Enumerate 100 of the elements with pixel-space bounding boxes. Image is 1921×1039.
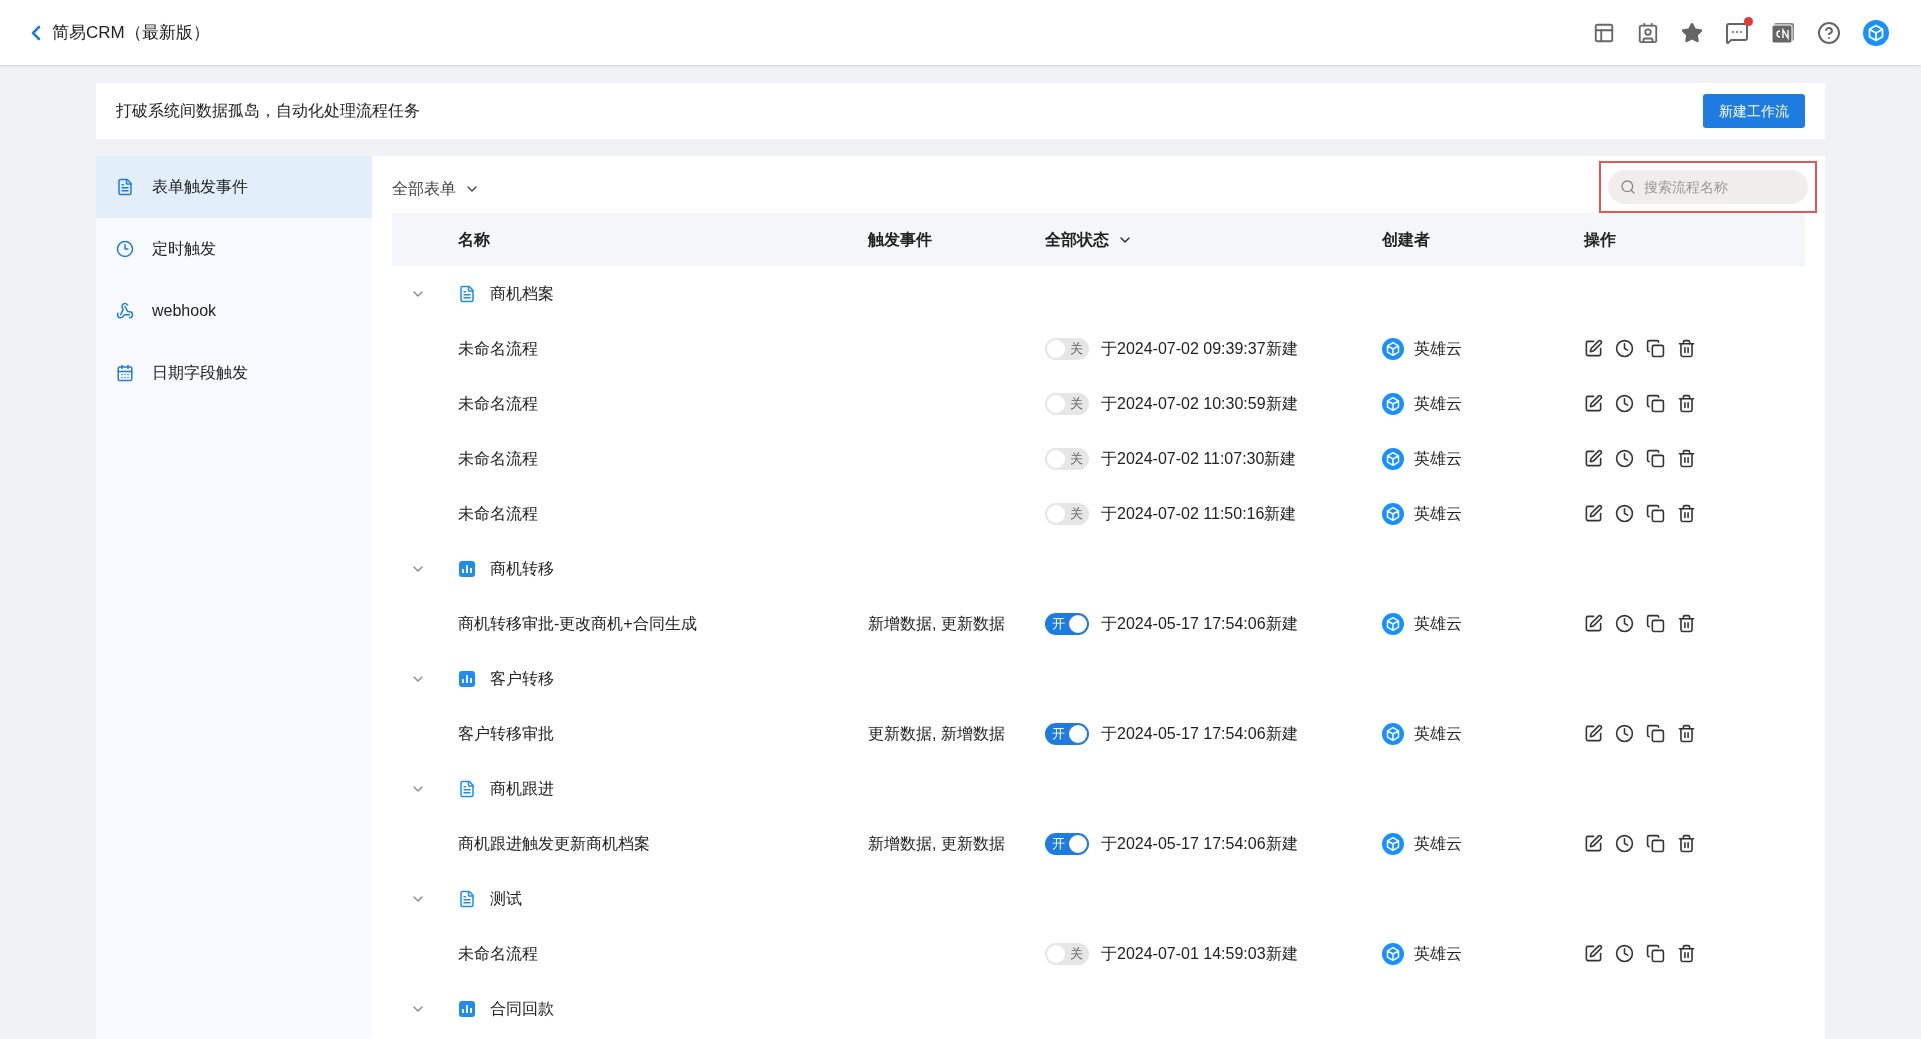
status-switch[interactable]: 关: [1045, 337, 1089, 360]
clock-icon[interactable]: [1615, 834, 1634, 853]
edit-icon[interactable]: [1584, 724, 1603, 743]
created-time: 于2024-05-17 17:54:06新建: [1101, 723, 1298, 744]
edit-icon[interactable]: [1584, 614, 1603, 633]
language-icon[interactable]: [1771, 21, 1795, 44]
clock-icon[interactable]: [1615, 614, 1634, 633]
flow-name[interactable]: 未命名流程: [458, 941, 868, 966]
form-filter-dropdown[interactable]: 全部表单: [392, 176, 480, 201]
group-name: 客户转移: [490, 668, 554, 689]
status-switch[interactable]: 关: [1045, 447, 1089, 470]
chart-icon: [458, 559, 476, 578]
copy-icon[interactable]: [1646, 614, 1665, 633]
copy-icon[interactable]: [1646, 394, 1665, 413]
delete-icon[interactable]: [1677, 944, 1696, 963]
column-header: 名称: [458, 229, 491, 250]
copy-icon[interactable]: [1646, 944, 1665, 963]
status-switch[interactable]: 开: [1045, 722, 1089, 745]
trigger-events: 更新数据, 新增数据: [868, 724, 1005, 742]
status-filter-header[interactable]: 全部状态: [1045, 227, 1382, 252]
delete-icon[interactable]: [1677, 614, 1696, 633]
creator-name: 英雄云: [1414, 723, 1462, 744]
delete-icon[interactable]: [1677, 834, 1696, 853]
group-name: 商机跟进: [490, 778, 554, 799]
sidebar-item-label: 日期字段触发: [152, 363, 248, 383]
flow-name[interactable]: 未命名流程: [458, 501, 868, 526]
edit-icon[interactable]: [1584, 449, 1603, 468]
clock-icon: [116, 240, 134, 258]
search-icon: [1620, 178, 1636, 195]
clock-icon[interactable]: [1615, 724, 1634, 743]
webhook-icon: [116, 302, 134, 320]
column-header: 操作: [1584, 229, 1616, 250]
edit-icon[interactable]: [1584, 944, 1603, 963]
sidebar-item-label: webhook: [152, 301, 217, 321]
column-header: 创建者: [1382, 229, 1431, 250]
avatar-icon: [1382, 447, 1404, 470]
clock-icon[interactable]: [1615, 504, 1634, 523]
delete-icon[interactable]: [1677, 724, 1696, 743]
avatar-icon: [1382, 392, 1404, 415]
creator-name: 英雄云: [1414, 448, 1462, 469]
clock-icon[interactable]: [1615, 944, 1634, 963]
avatar-icon: [1382, 337, 1404, 360]
layout-icon[interactable]: [1593, 21, 1615, 44]
flow-name[interactable]: 未命名流程: [458, 391, 868, 416]
status-switch[interactable]: 关: [1045, 392, 1089, 415]
sidebar-item[interactable]: 定时触发: [96, 218, 372, 280]
help-icon[interactable]: [1817, 20, 1841, 45]
clock-icon[interactable]: [1615, 449, 1634, 468]
edit-icon[interactable]: [1584, 504, 1603, 523]
status-switch[interactable]: 开: [1045, 612, 1089, 635]
edit-icon[interactable]: [1584, 834, 1603, 853]
trigger-events: 新增数据, 更新数据: [868, 834, 1005, 852]
flow-name[interactable]: 未命名流程: [458, 446, 868, 471]
group-name: 合同回款: [490, 998, 554, 1019]
flow-name[interactable]: 未命名流程: [458, 336, 868, 361]
copy-icon[interactable]: [1646, 834, 1665, 853]
new-workflow-button[interactable]: 新建工作流: [1703, 94, 1805, 128]
flow-name[interactable]: 客户转移审批: [458, 721, 868, 746]
status-switch[interactable]: 开: [1045, 832, 1089, 855]
clock-icon[interactable]: [1615, 394, 1634, 413]
sidebar-item[interactable]: 日期字段触发: [96, 342, 372, 404]
status-switch[interactable]: 关: [1045, 942, 1089, 965]
creator-name: 英雄云: [1414, 393, 1462, 414]
flow-name[interactable]: 商机跟进触发更新商机档案: [458, 831, 868, 856]
edit-icon[interactable]: [1584, 394, 1603, 413]
delete-icon[interactable]: [1677, 504, 1696, 523]
avatar-icon: [1382, 502, 1404, 525]
copy-icon[interactable]: [1646, 504, 1665, 523]
sidebar-item[interactable]: webhook: [96, 280, 372, 342]
status-switch[interactable]: 关: [1045, 502, 1089, 525]
delete-icon[interactable]: [1677, 339, 1696, 358]
banner-text: 打破系统间数据孤岛，自动化处理流程任务: [116, 101, 420, 121]
clock-icon[interactable]: [1615, 339, 1634, 358]
star-icon[interactable]: [1681, 21, 1703, 44]
document-icon: [458, 779, 476, 798]
delete-icon[interactable]: [1677, 394, 1696, 413]
created-time: 于2024-07-02 09:39:37新建: [1101, 338, 1298, 359]
copy-icon[interactable]: [1646, 339, 1665, 358]
chart-icon: [458, 669, 476, 688]
sidebar-item-label: 表单触发事件: [152, 177, 248, 197]
document-icon: [116, 178, 134, 196]
avatar-icon: [1382, 722, 1404, 745]
sidebar-item[interactable]: 表单触发事件: [96, 156, 372, 218]
edit-icon[interactable]: [1584, 339, 1603, 358]
document-icon: [458, 889, 476, 908]
copy-icon[interactable]: [1646, 449, 1665, 468]
creator-name: 英雄云: [1414, 503, 1462, 524]
search-field[interactable]: 搜索流程名称: [1608, 169, 1808, 204]
back-button[interactable]: 简易CRM（最新版）: [24, 19, 210, 46]
avatar-icon: [1382, 612, 1404, 635]
copy-icon[interactable]: [1646, 724, 1665, 743]
document-icon: [458, 284, 476, 303]
created-time: 于2024-07-02 11:50:16新建: [1101, 503, 1297, 524]
chat-icon[interactable]: [1725, 20, 1749, 45]
flow-name[interactable]: 商机转移审批-更改商机+合同生成: [458, 611, 868, 636]
contact-book-icon[interactable]: [1637, 21, 1659, 44]
avatar-icon: [1382, 832, 1404, 855]
delete-icon[interactable]: [1677, 449, 1696, 468]
created-time: 于2024-07-02 11:07:30新建: [1101, 448, 1297, 469]
column-header: 触发事件: [868, 229, 933, 250]
